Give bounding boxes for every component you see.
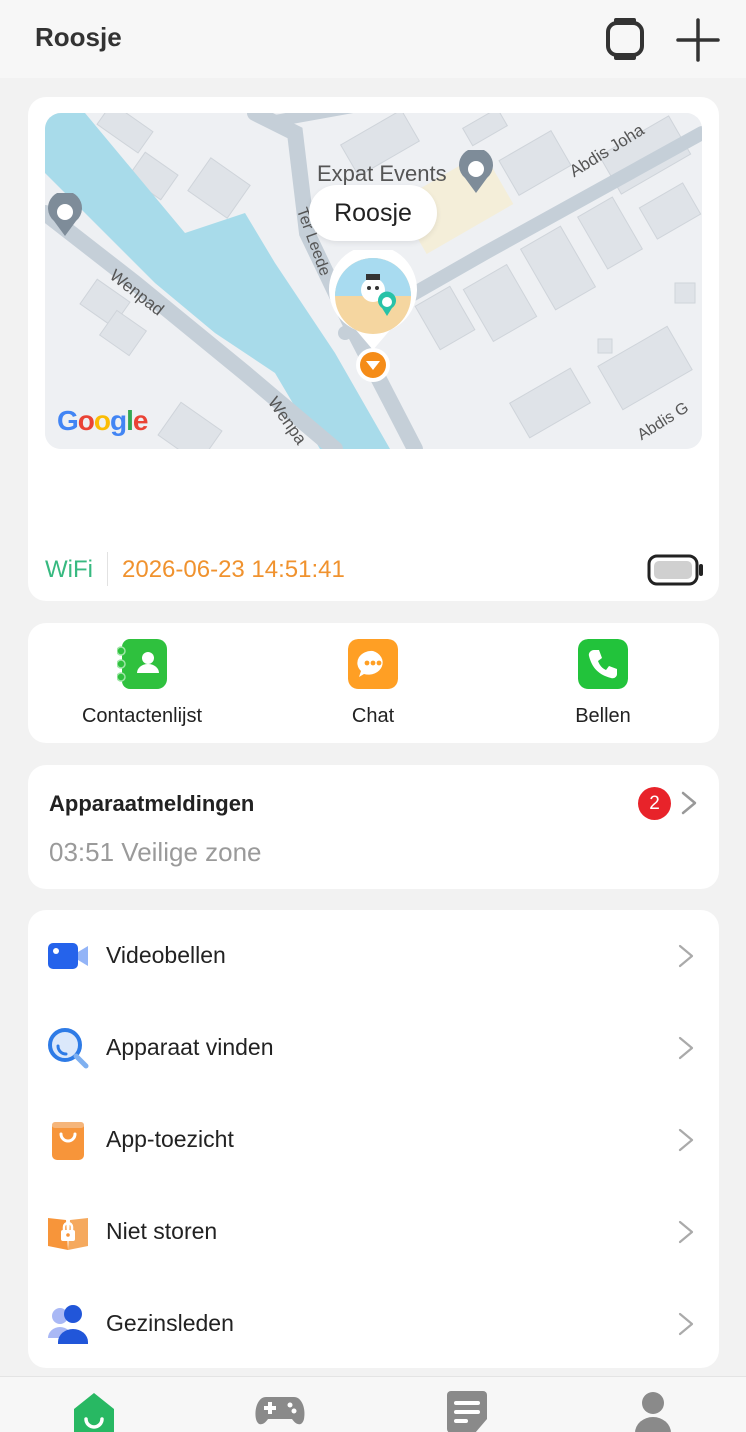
chevron-right-icon: [678, 1128, 694, 1152]
device-location-marker[interactable]: [326, 250, 420, 384]
call-button[interactable]: Bellen: [513, 639, 693, 735]
lock-book-icon: [48, 1218, 88, 1250]
menu-item-label: Videobellen: [106, 942, 226, 968]
person-icon[interactable]: [627, 1389, 679, 1432]
device-alerts-card[interactable]: Apparaatmeldingen 2 03:51 Veilige zone: [28, 765, 719, 889]
menu-item-label: Niet storen: [106, 1218, 218, 1244]
chevron-right-icon: [678, 944, 694, 968]
shopping-bag-icon: [52, 1122, 84, 1160]
menu-item-label: Apparaat vinden: [106, 1034, 274, 1060]
watch-icon[interactable]: [603, 16, 647, 62]
status-divider: [107, 552, 108, 586]
menu-item-family-members[interactable]: Gezinsleden: [28, 1278, 719, 1370]
menu-item-label: App-toezicht: [106, 1126, 234, 1152]
google-logo: Google: [57, 405, 148, 436]
chat-label: Chat: [351, 705, 395, 727]
quick-actions-card: Contactenlijst Chat Bellen: [28, 623, 719, 743]
video-camera-icon: [48, 943, 88, 969]
menu-item-find-device[interactable]: Apparaat vinden: [28, 1002, 719, 1094]
chat-icon: [348, 639, 398, 689]
last-update-timestamp: 2026-06-23 14:51:41: [122, 556, 345, 583]
alerts-title: Apparaatmeldingen: [49, 791, 255, 816]
contacts-label: Contactenlijst: [81, 705, 203, 727]
contacts-icon: [117, 639, 167, 689]
location-card: Wenpad Wenpa Ter Leede Abdis Joha Abdis …: [28, 97, 719, 601]
device-callout: Roosje: [309, 185, 437, 241]
family-icon: [48, 1305, 88, 1344]
gamepad-icon[interactable]: [254, 1389, 306, 1432]
phone-icon: [578, 639, 628, 689]
device-name-title[interactable]: Roosje: [35, 22, 122, 53]
magnifier-icon: [48, 1028, 89, 1069]
chevron-right-icon: [678, 1220, 694, 1244]
menu-item-label: Gezinsleden: [106, 1310, 234, 1336]
menu-item-do-not-disturb[interactable]: Niet storen: [28, 1186, 719, 1278]
chevron-right-icon: [678, 1312, 694, 1336]
feature-menu: Videobellen Apparaat vinden App-toezicht…: [28, 910, 719, 1368]
contacts-button[interactable]: Contactenlijst: [52, 639, 232, 735]
map-pin-icon[interactable]: [46, 193, 84, 237]
map-pin-icon[interactable]: [457, 150, 495, 194]
home-icon[interactable]: [68, 1389, 120, 1432]
plus-icon[interactable]: [674, 16, 722, 64]
poi-label: Expat Events: [317, 161, 447, 186]
menu-item-video-call[interactable]: Videobellen: [28, 910, 719, 1002]
connection-type: WiFi: [45, 556, 93, 583]
battery-icon: [647, 554, 703, 586]
latest-alert: 03:51 Veilige zone: [49, 837, 262, 867]
bottom-tab-bar: [0, 1376, 746, 1432]
chevron-right-icon: [678, 1036, 694, 1060]
location-map[interactable]: Wenpad Wenpa Ter Leede Abdis Joha Abdis …: [45, 113, 702, 449]
chat-button[interactable]: Chat: [283, 639, 463, 735]
alerts-count-badge: 2: [638, 787, 671, 820]
notes-icon[interactable]: [441, 1389, 493, 1432]
device-callout-label: Roosje: [334, 199, 412, 227]
chevron-right-icon: [681, 791, 697, 815]
top-bar: Roosje: [0, 0, 746, 78]
call-label: Bellen: [575, 705, 631, 727]
menu-item-app-supervision[interactable]: App-toezicht: [28, 1094, 719, 1186]
